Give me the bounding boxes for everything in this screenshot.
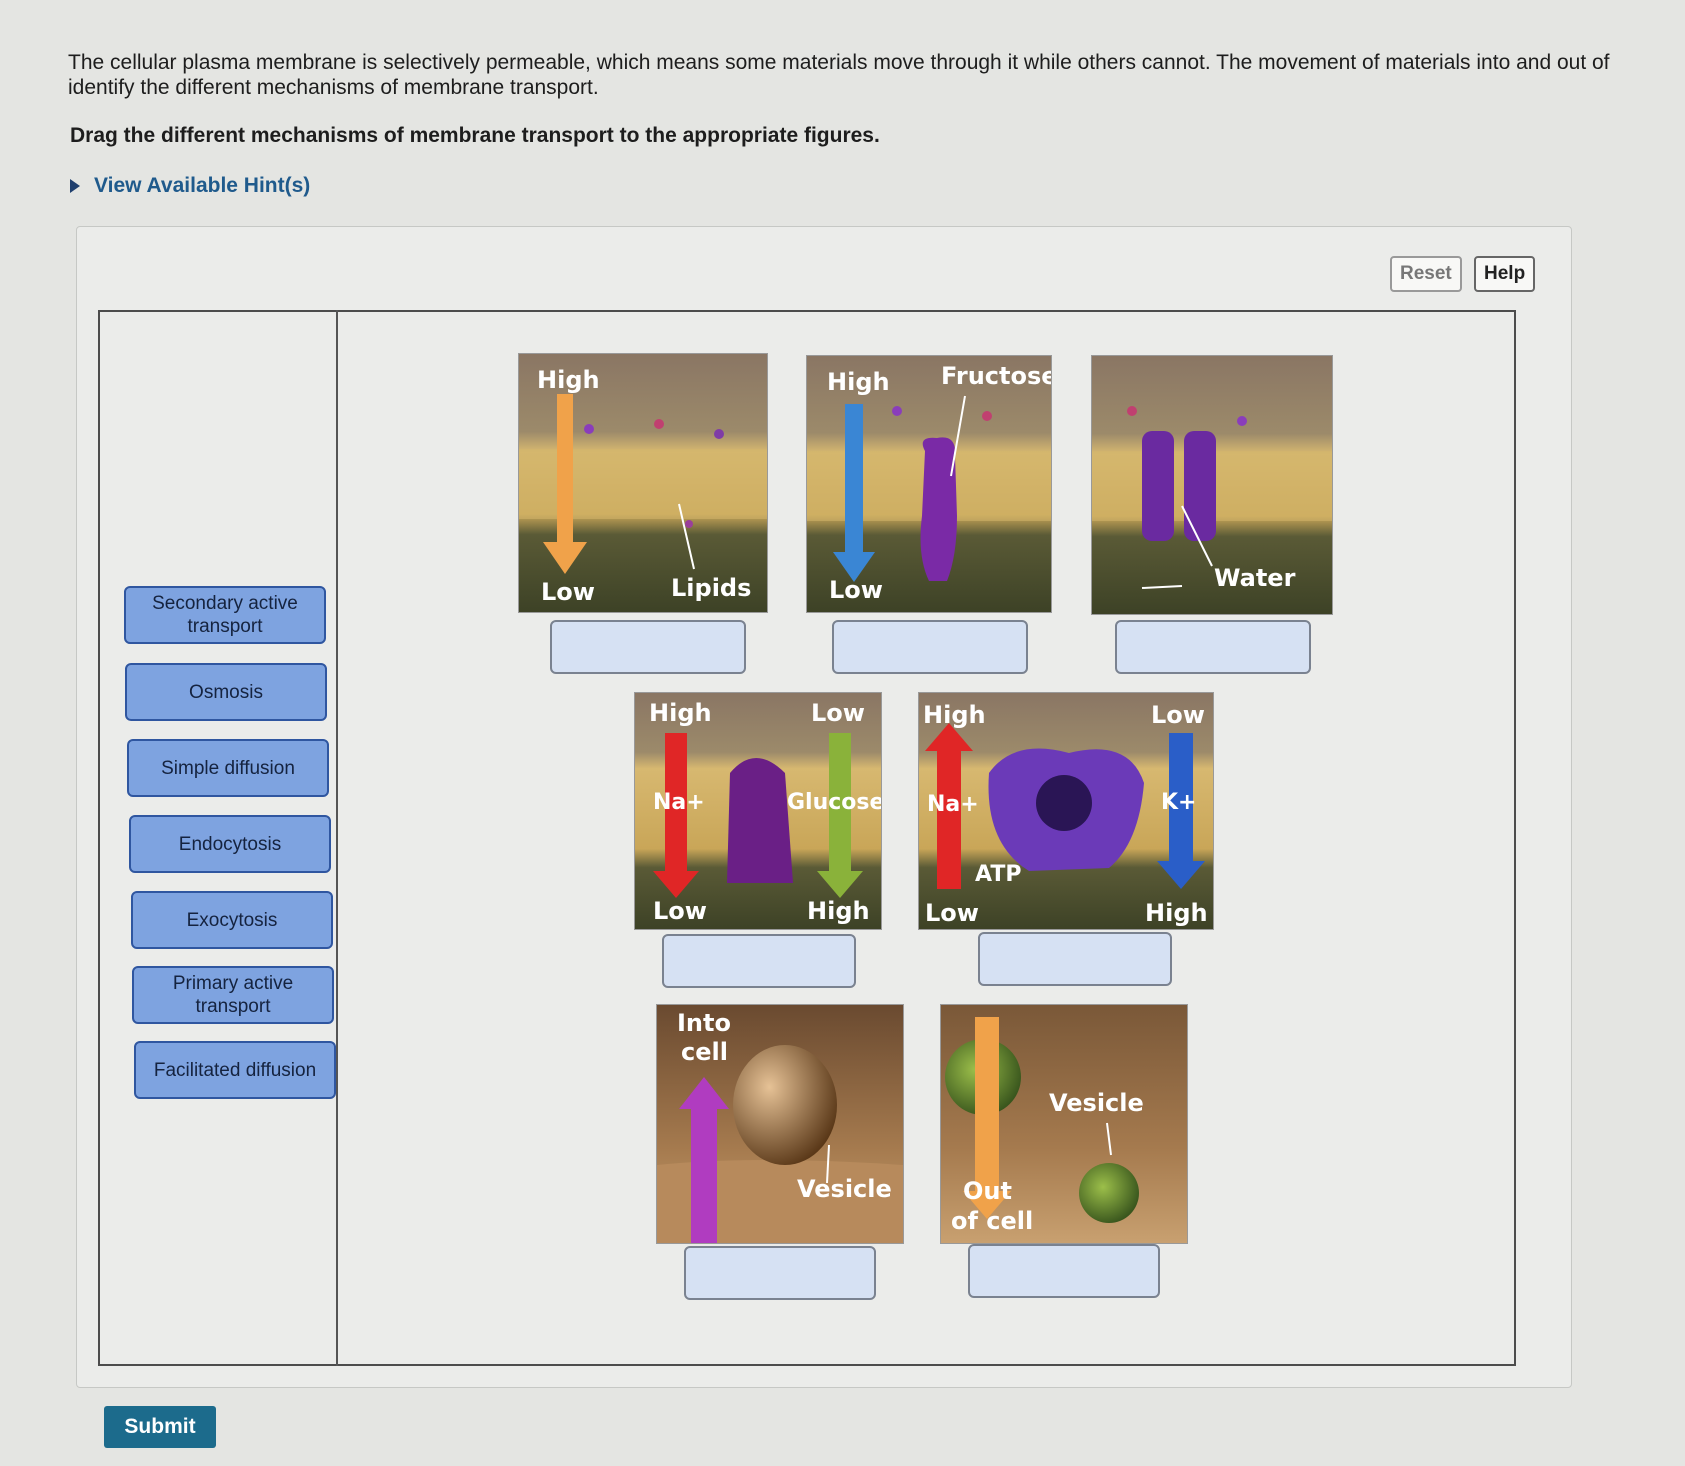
drop-zone-2[interactable] bbox=[832, 620, 1028, 674]
label-atp: ATP bbox=[975, 862, 1021, 887]
label-water: Water bbox=[1214, 564, 1296, 592]
label-fructose: Fructose bbox=[941, 362, 1051, 390]
label-facilitated-diffusion[interactable]: Facilitated diffusion bbox=[134, 1041, 336, 1099]
label-glucose: Glucose bbox=[787, 790, 881, 815]
intro-line-2: identify the different mechanisms of mem… bbox=[68, 76, 599, 99]
label-low: Low bbox=[541, 578, 595, 606]
drop-zone-5[interactable] bbox=[978, 932, 1172, 986]
label-low-left: Low bbox=[653, 897, 707, 925]
label-exocytosis[interactable]: Exocytosis bbox=[131, 891, 333, 949]
figure-endocytosis: Into cell Vesicle bbox=[656, 1004, 904, 1244]
reset-button[interactable]: Reset bbox=[1390, 256, 1462, 292]
label-high: High bbox=[537, 366, 600, 394]
arrow-up-purple bbox=[691, 1105, 717, 1243]
drop-zone-4[interactable] bbox=[662, 934, 856, 988]
label-into: Into bbox=[677, 1009, 731, 1037]
figure-facilitated-diffusion: High Low Fructose bbox=[806, 355, 1052, 613]
label-low-left: Low bbox=[925, 899, 979, 927]
label-na: Na+ bbox=[653, 790, 705, 815]
label-high-left: High bbox=[649, 699, 712, 727]
label-high-right: High bbox=[1145, 899, 1208, 927]
label-of-cell: of cell bbox=[951, 1207, 1033, 1235]
arrow-down-orange bbox=[975, 1017, 999, 1193]
label-lipids: Lipids bbox=[671, 574, 751, 602]
label-endocytosis[interactable]: Endocytosis bbox=[129, 815, 331, 873]
figure-exocytosis: Vesicle Out of cell bbox=[940, 1004, 1188, 1244]
expand-triangle-icon bbox=[70, 179, 80, 193]
label-bank-divider bbox=[336, 310, 338, 1366]
label-high: High bbox=[827, 368, 890, 396]
label-vesicle: Vesicle bbox=[1049, 1089, 1144, 1117]
intro-line-1: The cellular plasma membrane is selectiv… bbox=[68, 51, 1610, 74]
view-hints-label: View Available Hint(s) bbox=[94, 174, 311, 197]
instruction: Drag the different mechanisms of membran… bbox=[70, 124, 880, 147]
label-k: K+ bbox=[1161, 790, 1196, 815]
drop-zone-1[interactable] bbox=[550, 620, 746, 674]
arrow-up-red bbox=[937, 749, 961, 889]
intro-text: The cellular plasma membrane is selectiv… bbox=[68, 50, 1678, 100]
arrow-down-blue bbox=[845, 404, 863, 554]
view-hints-toggle[interactable]: View Available Hint(s) bbox=[70, 174, 310, 198]
drop-zone-7[interactable] bbox=[968, 1244, 1160, 1298]
label-na: Na+ bbox=[927, 792, 979, 817]
label-osmosis[interactable]: Osmosis bbox=[125, 663, 327, 721]
drop-zone-3[interactable] bbox=[1115, 620, 1311, 674]
label-primary-active-transport[interactable]: Primary active transport bbox=[132, 966, 334, 1024]
label-low: Low bbox=[829, 576, 883, 604]
figure-simple-diffusion: High Low Lipids bbox=[518, 353, 768, 613]
help-button[interactable]: Help bbox=[1474, 256, 1536, 292]
label-low-right: Low bbox=[1151, 701, 1205, 729]
label-simple-diffusion[interactable]: Simple diffusion bbox=[127, 739, 329, 797]
label-low-right: Low bbox=[811, 699, 865, 727]
figure-osmosis: Water bbox=[1091, 355, 1333, 615]
drop-zone-6[interactable] bbox=[684, 1246, 876, 1300]
label-out: Out bbox=[963, 1177, 1012, 1205]
label-secondary-active-transport[interactable]: Secondary active transport bbox=[124, 586, 326, 644]
label-vesicle: Vesicle bbox=[797, 1175, 892, 1203]
label-high-right: High bbox=[807, 897, 870, 925]
label-cell: cell bbox=[681, 1038, 728, 1066]
figure-primary-active-transport: High Low Na+ ATP Low High K+ bbox=[918, 692, 1214, 930]
figure-secondary-active-transport: High Low Na+ Low High Glucose bbox=[634, 692, 882, 930]
label-high-left: High bbox=[923, 701, 986, 729]
submit-button[interactable]: Submit bbox=[104, 1406, 216, 1448]
arrow-down-orange bbox=[557, 394, 573, 544]
